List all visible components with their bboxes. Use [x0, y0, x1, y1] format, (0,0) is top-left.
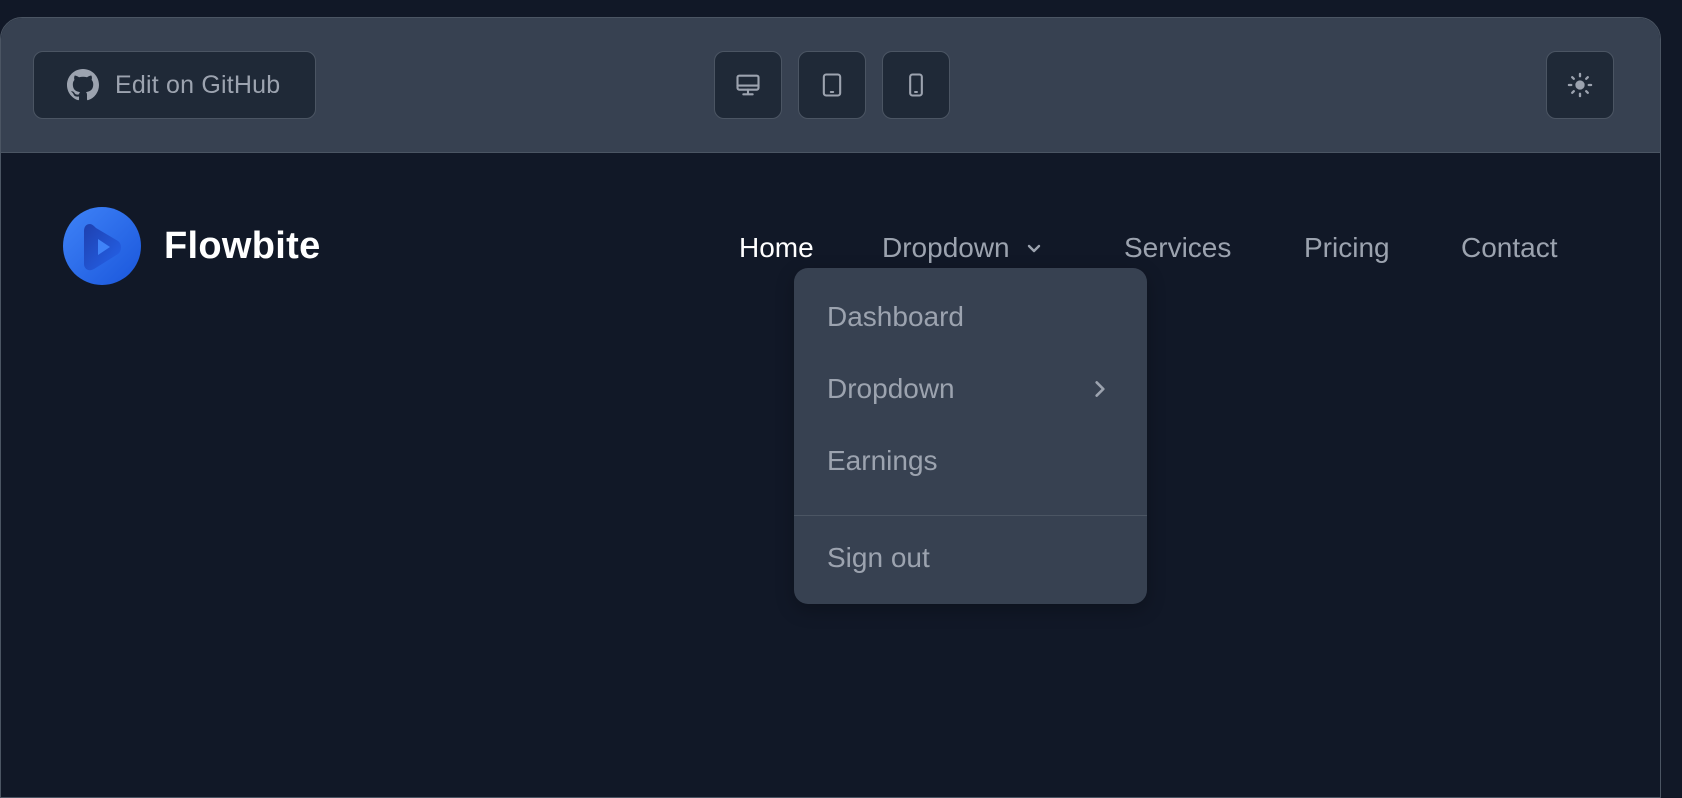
chevron-down-icon	[1024, 238, 1044, 258]
nav-item-pricing[interactable]: Pricing	[1304, 232, 1390, 264]
sun-icon	[1566, 71, 1594, 99]
dropdown-menu: Dashboard Dropdown Earnings Sign out	[794, 268, 1147, 604]
desktop-icon	[734, 71, 762, 99]
dropdown-item-earnings[interactable]: Earnings	[794, 431, 1147, 491]
dropdown-item-label: Dropdown	[827, 373, 955, 404]
tablet-view-button[interactable]	[798, 51, 866, 119]
desktop-view-button[interactable]	[714, 51, 782, 119]
dropdown-item-label: Sign out	[827, 542, 930, 573]
chevron-right-icon	[1089, 378, 1111, 400]
tablet-icon	[818, 71, 846, 99]
dropdown-item-sign-out[interactable]: Sign out	[794, 528, 1147, 588]
mobile-icon	[902, 71, 930, 99]
nav-item-label: Dropdown	[882, 232, 1010, 263]
nav-menu: Home Dropdown Services Pricing Contact	[1, 232, 1660, 272]
theme-toggle-button[interactable]	[1546, 51, 1614, 119]
nav-item-label: Home	[739, 232, 814, 263]
github-icon	[67, 69, 99, 101]
nav-item-home[interactable]: Home	[739, 232, 814, 264]
nav-item-services[interactable]: Services	[1124, 232, 1231, 264]
dropdown-item-label: Earnings	[827, 445, 938, 476]
dropdown-item-submenu[interactable]: Dropdown	[794, 359, 1147, 419]
nav-item-label: Pricing	[1304, 232, 1390, 263]
dropdown-item-label: Dashboard	[827, 301, 964, 332]
edit-on-github-label: Edit on GitHub	[115, 70, 281, 99]
nav-item-label: Contact	[1461, 232, 1558, 263]
edit-on-github-button[interactable]: Edit on GitHub	[33, 51, 316, 119]
nav-item-dropdown[interactable]: Dropdown	[882, 232, 1044, 264]
dropdown-divider	[794, 515, 1147, 516]
mobile-view-button[interactable]	[882, 51, 950, 119]
nav-item-contact[interactable]: Contact	[1461, 232, 1558, 264]
dropdown-item-dashboard[interactable]: Dashboard	[794, 287, 1147, 347]
preview-toolbar: Edit on GitHub	[1, 18, 1660, 153]
nav-item-label: Services	[1124, 232, 1232, 263]
